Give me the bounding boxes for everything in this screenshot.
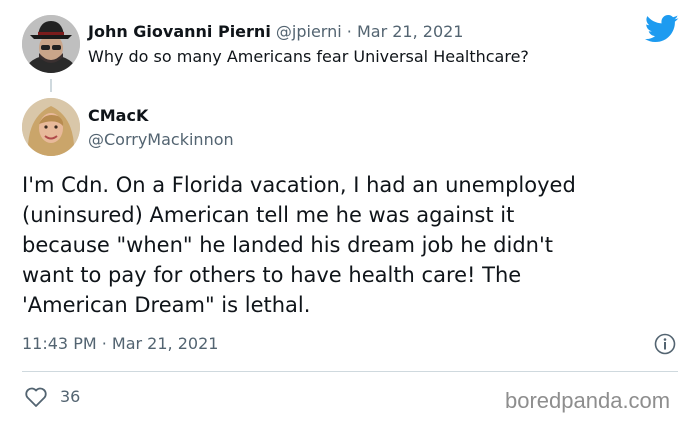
parent-tweet-date[interactable]: Mar 21, 2021 bbox=[357, 22, 464, 41]
info-icon[interactable] bbox=[654, 333, 676, 355]
meta-separator: · bbox=[346, 22, 352, 41]
reply-author-name[interactable]: CMacK bbox=[88, 106, 148, 125]
reply-body-line: want to pay for others to have health ca… bbox=[22, 263, 522, 287]
reply-tweet-body: I'm Cdn. On a Florida vacation, I had an… bbox=[22, 170, 687, 320]
divider bbox=[22, 371, 678, 372]
reply-body-line: (uninsured) American tell me he was agai… bbox=[22, 203, 515, 227]
parent-tweet-text: Why do so many Americans fear Universal … bbox=[88, 47, 529, 66]
parent-author-handle[interactable]: @jpierni bbox=[276, 22, 342, 41]
reply-avatar[interactable] bbox=[22, 98, 80, 156]
parent-avatar[interactable] bbox=[22, 15, 80, 73]
reply-timestamp[interactable]: 11:43 PM · Mar 21, 2021 bbox=[22, 334, 218, 353]
reply-body-line: 'American Dream" is lethal. bbox=[22, 293, 311, 317]
reply-author-handle[interactable]: @CorryMackinnon bbox=[88, 130, 234, 149]
like-count[interactable]: 36 bbox=[60, 387, 80, 406]
thread-connector bbox=[50, 79, 52, 92]
parent-tweet-header: John Giovanni Pierni @jpierni · Mar 21, … bbox=[88, 22, 463, 41]
heart-icon[interactable] bbox=[24, 386, 48, 408]
twitter-bird-icon[interactable] bbox=[644, 14, 679, 44]
reply-body-line: because "when" he landed his dream job h… bbox=[22, 233, 553, 257]
watermark: boredpanda.com bbox=[505, 388, 671, 413]
parent-author-name[interactable]: John Giovanni Pierni bbox=[88, 22, 271, 41]
reply-body-line: I'm Cdn. On a Florida vacation, I had an… bbox=[22, 173, 576, 197]
